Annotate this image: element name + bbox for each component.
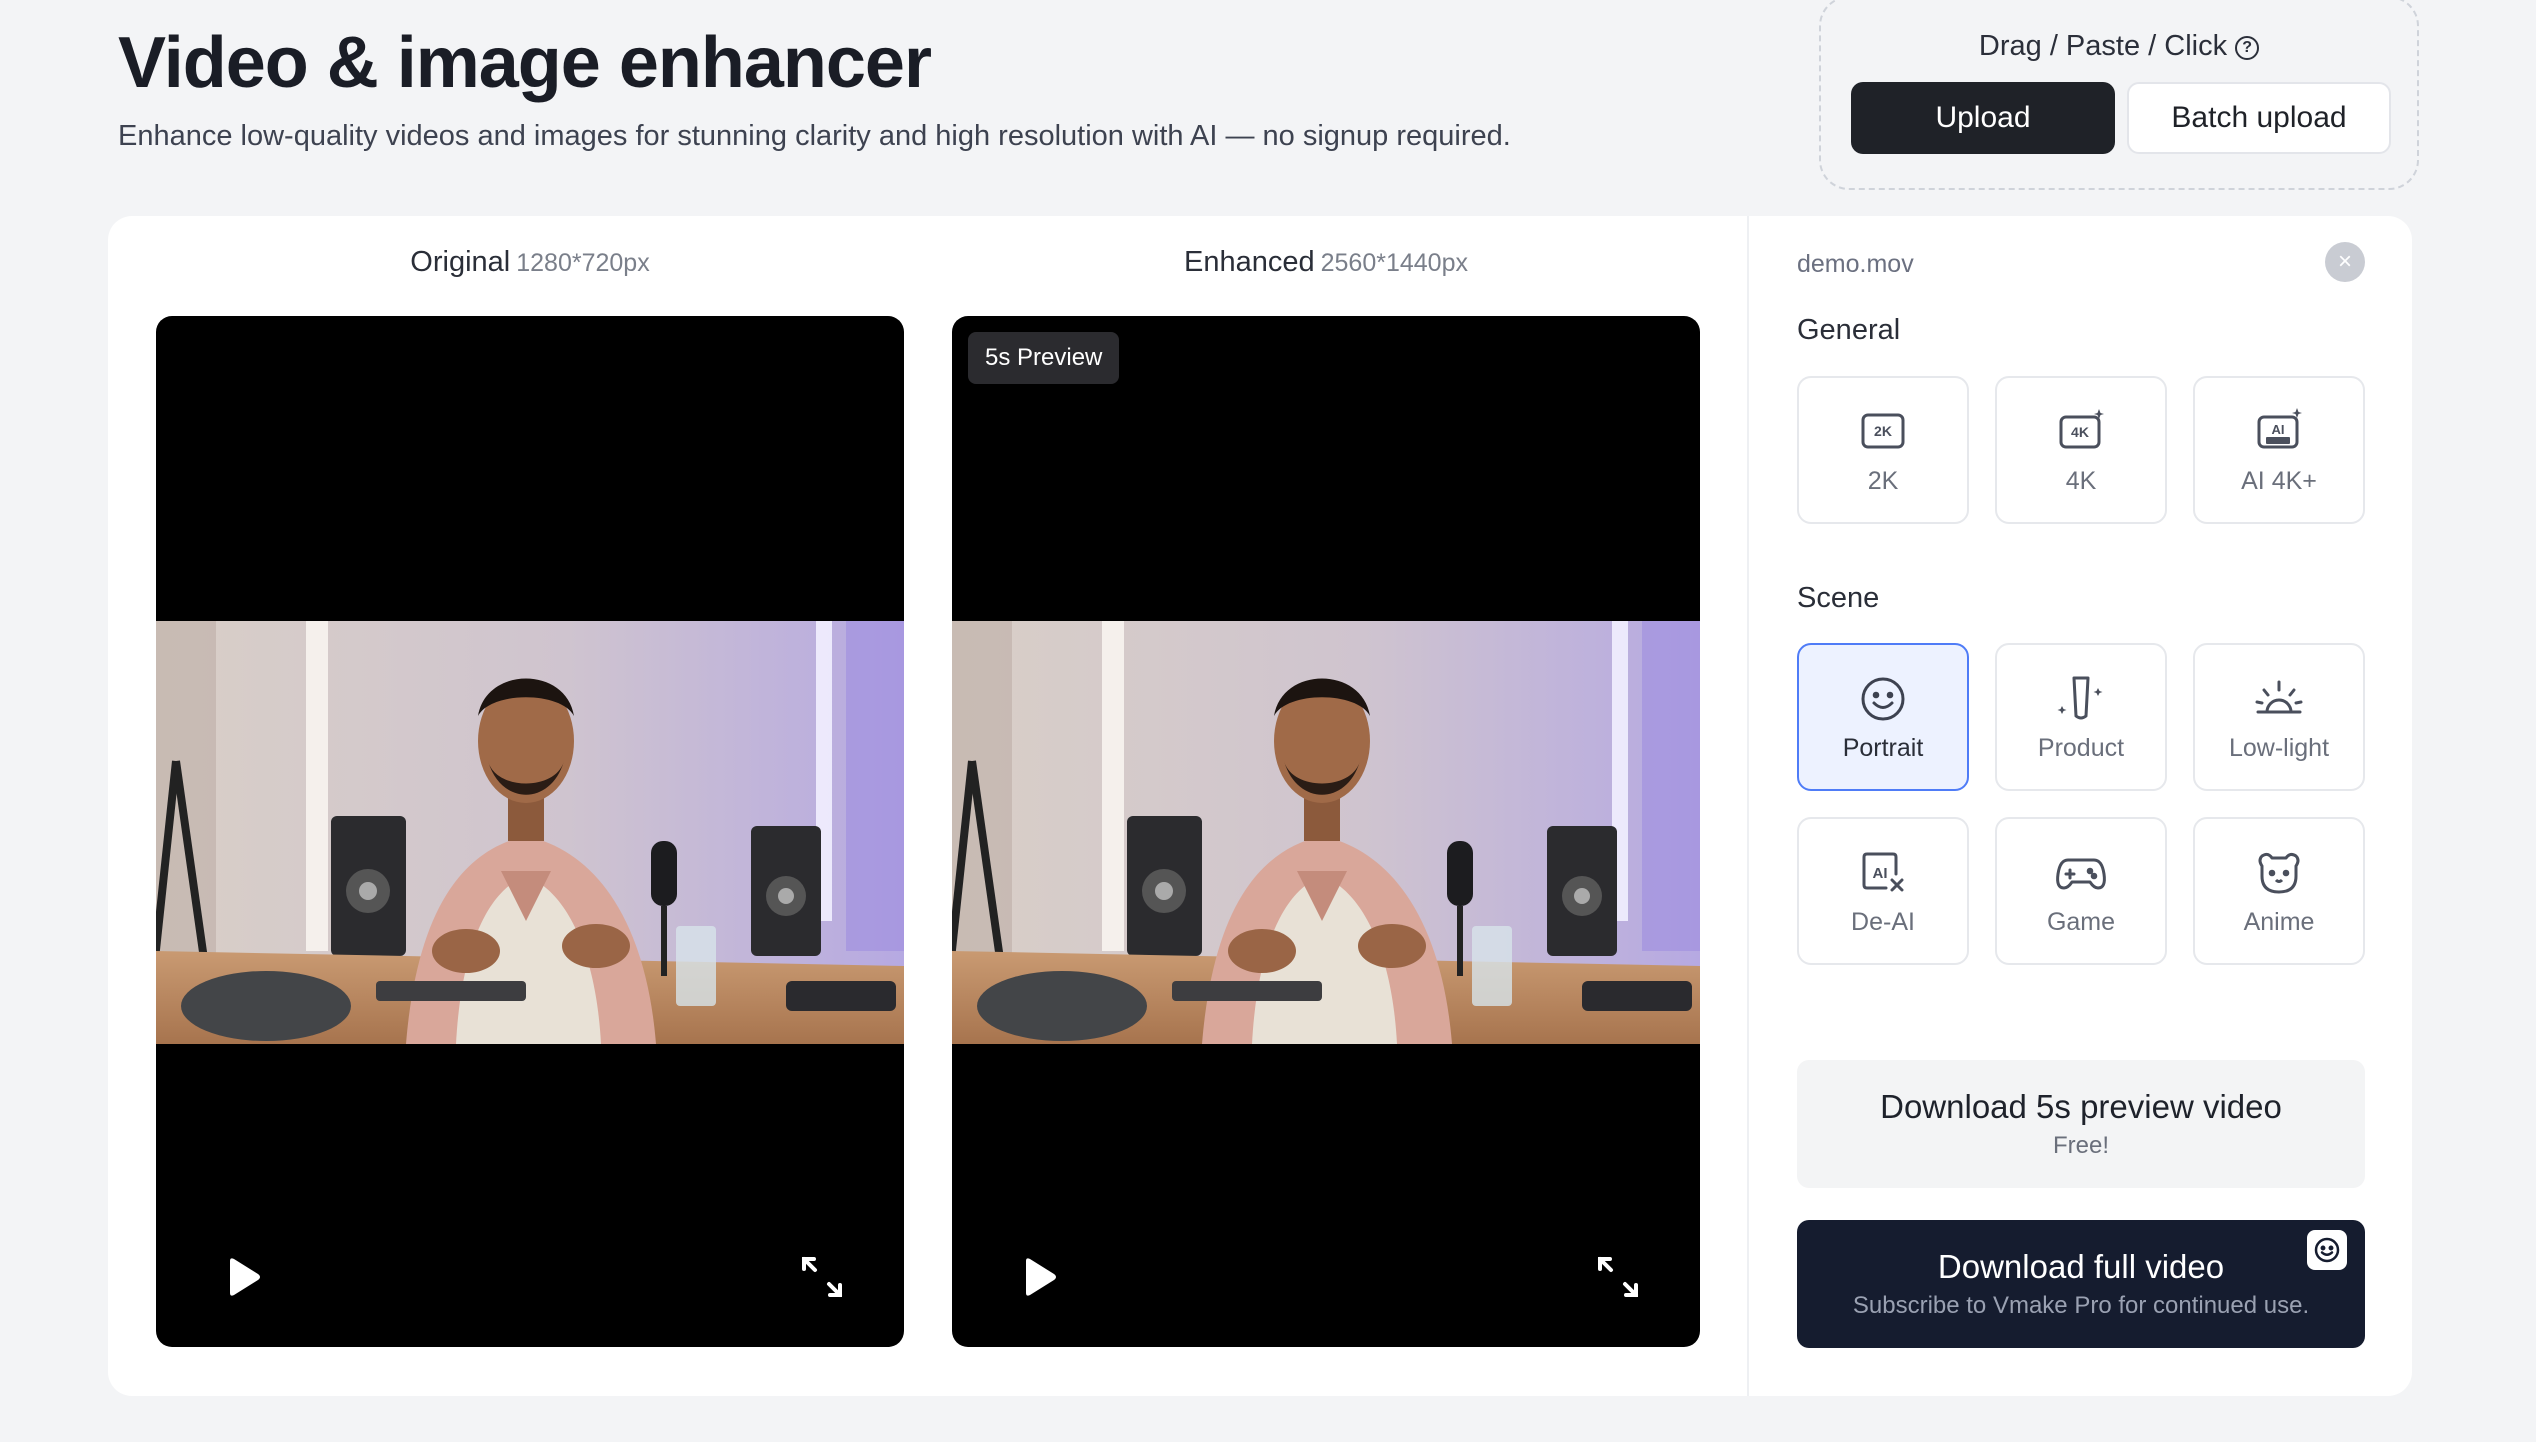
option-portrait[interactable]: Portrait: [1797, 643, 1969, 791]
scene-section-label: Scene: [1797, 582, 1880, 614]
svg-text:AI: AI: [1873, 865, 1888, 882]
ai-ultra-icon: AI: [2257, 407, 2302, 448]
option-ai-4k-plus[interactable]: AI AI 4K+: [2193, 376, 2365, 524]
enhanced-video-frame: [952, 621, 1700, 1044]
original-video-player[interactable]: [156, 316, 904, 1347]
download-full-label: Download full video: [1937, 1248, 2225, 1285]
download-preview-label: Download 5s preview video: [1880, 1088, 2282, 1125]
svg-text:2K: 2K: [1874, 423, 1892, 439]
option-game[interactable]: Game: [1995, 817, 2167, 965]
option-low-light[interactable]: Low-light: [2193, 643, 2365, 791]
download-full-sub: Subscribe to Vmake Pro for continued use…: [1852, 1292, 2310, 1319]
sunrise-icon: [2255, 680, 2303, 713]
option-4k[interactable]: 4K 4K: [1995, 376, 2167, 524]
svg-text:AI: AI: [2272, 422, 2285, 437]
option-product[interactable]: Product: [1995, 643, 2167, 791]
upload-hint-text: Drag / Paste / Click: [1978, 30, 2228, 62]
gamepad-icon: [2056, 858, 2106, 889]
panel-divider: [1747, 216, 1749, 1396]
original-dimensions: 1280*720px: [516, 249, 650, 277]
4k-icon: 4K: [2059, 408, 2104, 448]
batch-upload-button[interactable]: Batch upload: [2127, 82, 2391, 154]
svg-text:4K: 4K: [2071, 424, 2089, 440]
enhanced-title: Enhanced: [1184, 246, 1315, 278]
product-bottle-icon: [2057, 676, 2103, 719]
enhanced-dimensions: 2560*1440px: [1320, 249, 1468, 277]
help-icon[interactable]: ?: [2235, 36, 2260, 60]
enhanced-label: Enhanced 2560*1440px: [952, 246, 1700, 279]
close-file-button[interactable]: ×: [2325, 242, 2365, 282]
ai-remove-icon: AI: [1862, 852, 1904, 891]
option-label: 4K: [2065, 466, 2097, 495]
file-name: demo.mov: [1797, 250, 1914, 278]
option-label: Product: [2037, 733, 2125, 762]
option-label: Anime: [2243, 907, 2315, 936]
page-title: Video & image enhancer: [118, 23, 932, 103]
smiley-face-icon: [1861, 677, 1905, 720]
pro-smiley-icon: [2307, 1230, 2347, 1270]
play-icon[interactable]: [220, 1255, 264, 1299]
fullscreen-icon[interactable]: [800, 1255, 844, 1299]
original-title: Original: [410, 246, 511, 278]
option-2k[interactable]: 2K 2K: [1797, 376, 1969, 524]
preview-badge: 5s Preview: [968, 332, 1120, 384]
option-label: Game: [2046, 907, 2116, 936]
general-section-label: General: [1797, 314, 1901, 346]
option-anime[interactable]: Anime: [2193, 817, 2365, 965]
settings-sidebar: demo.mov × General 2K 2K 4K 4K AI AI 4K+…: [1797, 216, 2365, 1396]
workspace-card: Original 1280*720px Enhanced 2560*1440px 5…: [108, 216, 2412, 1396]
page-subtitle: Enhance low-quality videos and images fo…: [118, 120, 1511, 152]
original-video-frame: [156, 621, 904, 1044]
2k-icon: 2K: [1861, 413, 1905, 448]
download-full-button[interactable]: Download full video Subscribe to Vmake P…: [1797, 1220, 2365, 1348]
option-label: Portrait: [1842, 733, 1924, 762]
option-label: AI 4K+: [2241, 466, 2317, 495]
option-label: Low-light: [2228, 733, 2330, 762]
bear-icon: [2258, 852, 2300, 893]
fullscreen-icon[interactable]: [1596, 1255, 1640, 1299]
play-icon[interactable]: [1016, 1255, 1060, 1299]
upload-button[interactable]: Upload: [1851, 82, 2115, 154]
option-label: De-AI: [1851, 907, 1915, 936]
option-label: 2K: [1867, 466, 1899, 495]
download-preview-sub: Free!: [2052, 1132, 2109, 1159]
upload-dropzone[interactable]: Drag / Paste / Click? Upload Batch uploa…: [1819, 0, 2419, 190]
upload-hint: Drag / Paste / Click?: [1821, 30, 2417, 63]
enhanced-video-player[interactable]: 5s Preview: [952, 316, 1700, 1347]
option-de-ai[interactable]: AI De-AI: [1797, 817, 1969, 965]
download-preview-button[interactable]: Download 5s preview video Free!: [1797, 1060, 2365, 1188]
original-label: Original 1280*720px: [156, 246, 904, 279]
